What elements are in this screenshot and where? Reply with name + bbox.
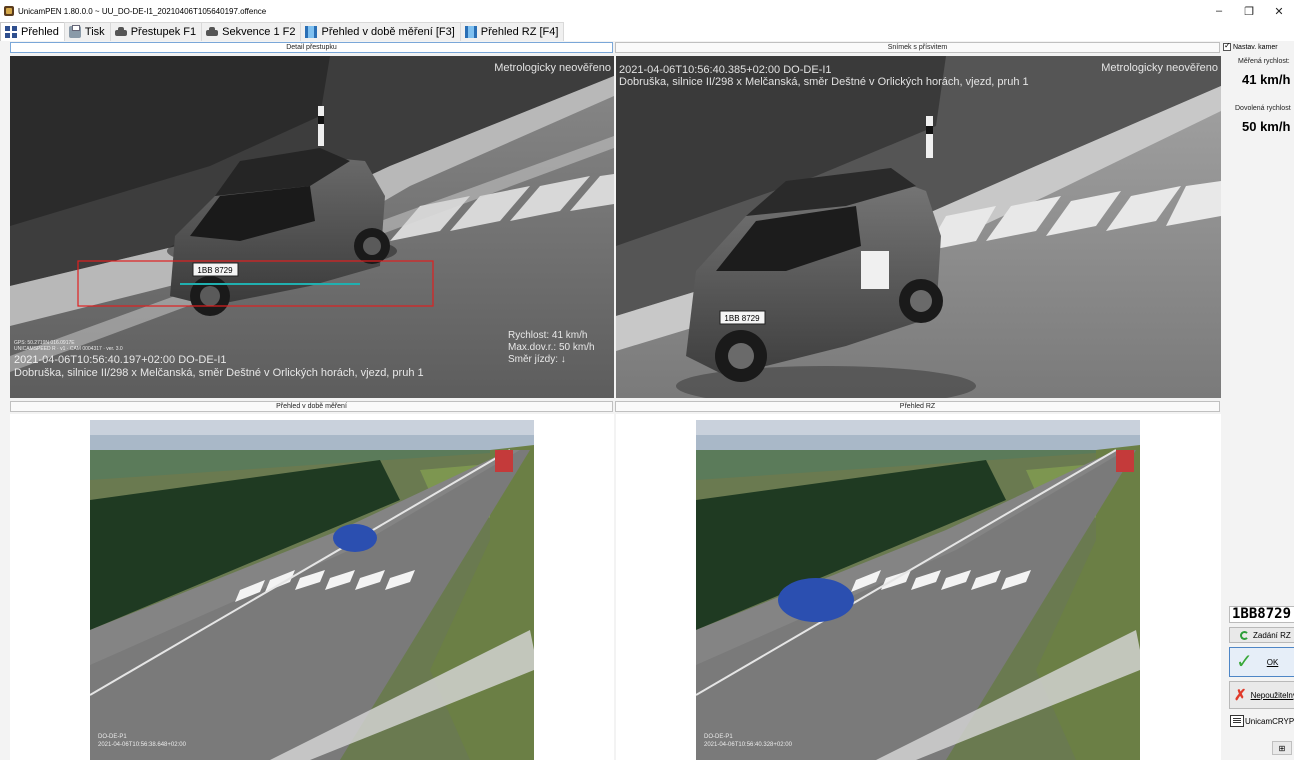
right-panel: Nastav. kamer Měřená rychlost: 41 km/h D… — [1221, 41, 1294, 760]
snapshot-watermark: Metrologicky neověřeno — [1101, 62, 1218, 74]
window-title: UnicamPEN 1.80.0.0 ~ UU_DO-DE-I1_2021040… — [18, 6, 267, 16]
plate-overview-stamp-line1: DO-DE-P1 — [704, 734, 733, 740]
overview-panel-header[interactable]: Přehled v době měření — [10, 401, 613, 412]
grid-icon — [5, 26, 17, 38]
tab-label: Přehled RZ [F4] — [480, 26, 559, 38]
app-window: UnicamPEN 1.80.0.0 ~ UU_DO-DE-I1_2021040… — [0, 0, 1294, 760]
unusable-label: Nepoužitelný — [1250, 690, 1294, 700]
minimize-button[interactable]: – — [1204, 0, 1234, 22]
car-icon — [114, 26, 127, 38]
tab-prehled-mereni[interactable]: Přehled v době měření [F3] — [300, 22, 461, 41]
tab-sekvence[interactable]: Sekvence 1 F2 — [201, 22, 302, 41]
plate-overview-image[interactable]: DO-DE-P1 2021-04-06T10:56:40.328+02:00 — [696, 420, 1140, 760]
close-button[interactable]: ✕ — [1264, 0, 1294, 22]
measured-speed-label: Měřená rychlost: — [1238, 58, 1290, 65]
film-icon — [464, 26, 477, 38]
printer-icon — [68, 25, 81, 38]
detail-speed: Rychlost: 41 km/h — [508, 330, 588, 341]
allowed-speed-label: Dovolená rychlost — [1235, 105, 1291, 112]
window-controls: – ❐ ✕ — [1204, 0, 1294, 22]
ok-button[interactable]: ✓ OK — [1229, 647, 1294, 677]
snapshot-location: Dobruška, silnice II/298 x Melčanská, sm… — [619, 76, 1029, 88]
film-icon — [305, 26, 318, 38]
checkbox-checked-icon[interactable] — [1223, 41, 1231, 51]
certificate-icon — [1230, 715, 1244, 727]
snapshot-image[interactable]: 1BB 8729 2021-04-06T10:56:40.385+02:00 D… — [616, 56, 1221, 398]
checkmark-icon: ✓ — [1236, 651, 1253, 673]
overview-panel: DO-DE-P1 2021-04-06T10:56:38.648+02:00 — [10, 414, 614, 760]
detail-panel-header[interactable]: Detail přestupku — [10, 42, 613, 53]
enter-plate-button[interactable]: Zadání RZ — [1229, 627, 1294, 643]
overview-stamp-line1: DO-DE-P1 — [98, 734, 127, 740]
detail-plate-text: 1BB 8729 — [197, 266, 233, 275]
tab-prehled[interactable]: Přehled — [0, 22, 65, 41]
snapshot-panel-header[interactable]: Snímek s přísvitem — [615, 42, 1220, 53]
tab-label: Přehled — [21, 26, 59, 38]
plate-overview-panel: DO-DE-P1 2021-04-06T10:56:40.328+02:00 — [616, 414, 1221, 760]
plate-overview-stamp-line2: 2021-04-06T10:56:40.328+02:00 — [704, 742, 792, 748]
plate-overview-panel-header[interactable]: Přehled RZ — [615, 401, 1220, 412]
detail-timestamp: 2021-04-06T10:56:40.197+02:00 DO-DE-I1 — [14, 354, 227, 366]
unicam-crypt-status[interactable]: UnicamCRYPT — [1230, 715, 1294, 727]
window-layout-button[interactable]: ⊞ — [1272, 741, 1292, 755]
tab-prestupek[interactable]: Přestupek F1 — [109, 22, 203, 41]
detail-direction: Směr jízdy: ↓ — [508, 354, 566, 365]
restore-button[interactable]: ❐ — [1234, 0, 1264, 22]
car-icon — [206, 26, 219, 38]
detail-image[interactable]: 1BB 8729 Metrologicky neověřeno GPS: 50.… — [10, 56, 614, 398]
tab-label: Sekvence 1 F2 — [222, 26, 296, 38]
tab-label: Přestupek F1 — [130, 26, 197, 38]
detail-location: Dobruška, silnice II/298 x Melčanská, sm… — [14, 367, 424, 379]
app-logo-icon — [4, 6, 14, 16]
detail-watermark: Metrologicky neověřeno — [494, 62, 611, 74]
detail-max-speed: Max.dov.r.: 50 km/h — [508, 342, 595, 353]
tab-tisk[interactable]: Tisk — [63, 22, 111, 41]
red-x-icon: ✗ — [1234, 687, 1247, 704]
camera-settings-label: Nastav. kamer — [1233, 43, 1278, 51]
tab-bar: Přehled Tisk Přestupek F1 Sekvence 1 F2 … — [0, 22, 1294, 41]
snapshot-plate-text: 1BB 8729 — [724, 314, 760, 323]
enter-plate-label: Zadání RZ — [1253, 630, 1291, 640]
title-bar: UnicamPEN 1.80.0.0 ~ UU_DO-DE-I1_2021040… — [0, 0, 1294, 22]
plate-number-input[interactable]: 1BB8729 — [1229, 606, 1294, 623]
tab-prehled-rz[interactable]: Přehled RZ [F4] — [459, 22, 565, 41]
tab-label: Přehled v době měření [F3] — [321, 26, 455, 38]
ok-label: OK — [1266, 657, 1279, 667]
overview-stamp-line2: 2021-04-06T10:56:38.648+02:00 — [98, 742, 186, 748]
crypt-label: UnicamCRYPT — [1245, 716, 1294, 726]
measured-speed-value: 41 km/h — [1242, 72, 1291, 87]
camera-settings-checkbox[interactable]: Nastav. kamer — [1223, 41, 1278, 51]
unusable-button[interactable]: ✗ Nepoužitelný — [1229, 681, 1294, 709]
overview-image[interactable]: DO-DE-P1 2021-04-06T10:56:38.648+02:00 — [90, 420, 534, 760]
detail-gps-line2: UNICAMSPEED R · v1 · CAM 0004317 · ver. … — [14, 346, 123, 352]
tab-label: Tisk — [84, 26, 105, 38]
allowed-speed-value: 50 km/h — [1242, 119, 1291, 134]
snapshot-timestamp: 2021-04-06T10:56:40.385+02:00 DO-DE-I1 — [619, 64, 832, 76]
refresh-icon — [1240, 630, 1249, 640]
